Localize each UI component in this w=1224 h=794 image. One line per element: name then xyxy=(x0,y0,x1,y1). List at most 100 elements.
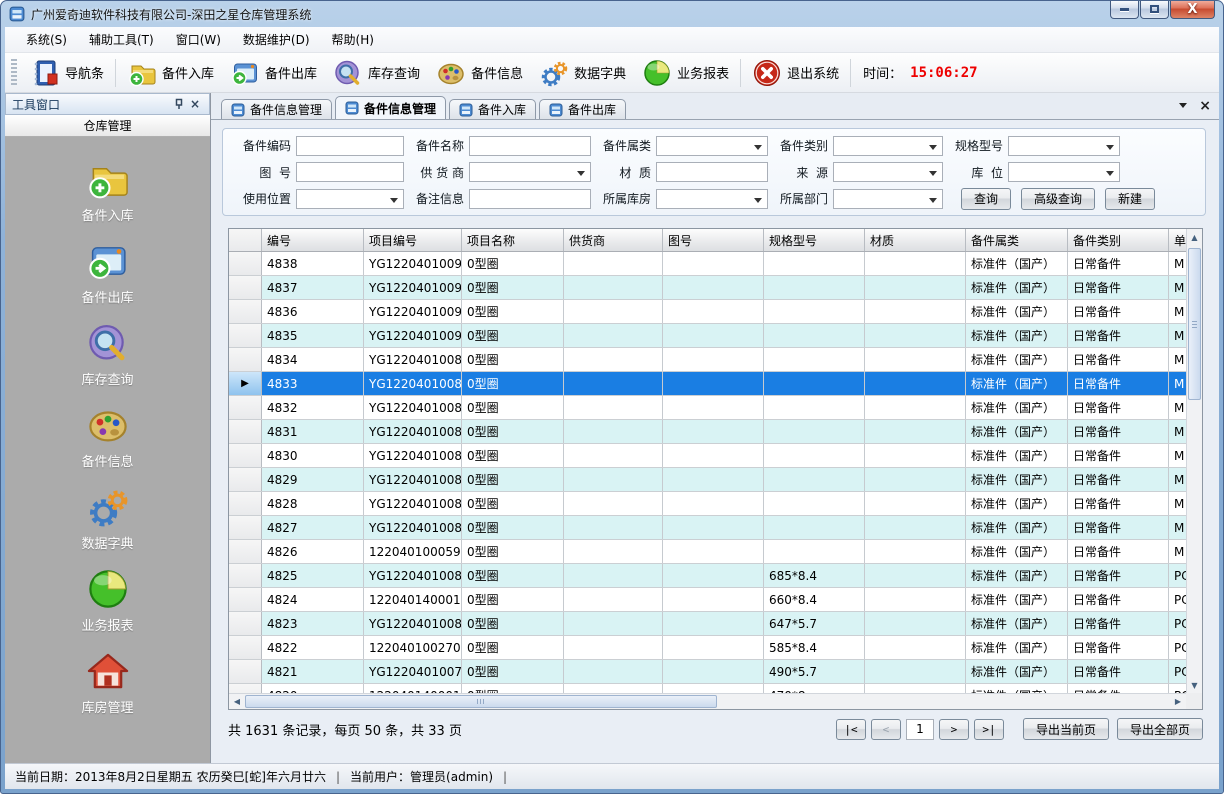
table-row[interactable]: 4823YG122040100800型圈647*5.7标准件（国产）日常备件PC xyxy=(229,612,1186,636)
pin-button[interactable] xyxy=(171,96,187,112)
row-selector[interactable] xyxy=(229,516,262,539)
query-button[interactable]: 查询 xyxy=(961,188,1011,210)
tab-part-info-management-2[interactable]: 备件信息管理 xyxy=(335,96,446,119)
column-header[interactable]: 材质 xyxy=(865,229,966,251)
table-row[interactable]: 4838YG122040100930型圈标准件（国产）日常备件M xyxy=(229,252,1186,276)
table-row[interactable]: 4827YG122040100820型圈标准件（国产）日常备件M xyxy=(229,516,1186,540)
table-row[interactable]: 4832YG122040100870型圈标准件（国产）日常备件M xyxy=(229,396,1186,420)
table-row[interactable]: 482412204014000120型圈660*8.4标准件（国产）日常备件PC xyxy=(229,588,1186,612)
row-selector[interactable] xyxy=(229,492,262,515)
menu-item[interactable]: 窗口(W) xyxy=(165,27,232,52)
department-select[interactable] xyxy=(833,189,943,209)
column-header[interactable]: 供货商 xyxy=(564,229,663,251)
scroll-up-icon[interactable]: ▲ xyxy=(1187,229,1202,245)
column-header[interactable]: 单位 xyxy=(1169,229,1186,251)
part-info-button[interactable]: 备件信息 xyxy=(428,55,531,91)
horizontal-scrollbar[interactable]: ◀ ▶ xyxy=(229,693,1186,709)
storage-bin-select[interactable] xyxy=(1008,162,1120,182)
title-bar[interactable]: 广州爱奇迪软件科技有限公司-深田之星仓库管理系统 X xyxy=(1,1,1223,27)
prev-page-button[interactable]: < xyxy=(871,719,901,740)
column-header[interactable]: 规格型号 xyxy=(764,229,865,251)
row-selector[interactable] xyxy=(229,540,262,563)
menu-item[interactable]: 数据维护(D) xyxy=(232,27,321,52)
stock-query-button[interactable]: 库存查询 xyxy=(325,55,428,91)
row-selector[interactable] xyxy=(229,252,262,275)
tab-part-outbound[interactable]: 备件出库 xyxy=(539,99,626,119)
table-row[interactable]: 482012204014000130型圈470*8标准件（国产）日常备件PC xyxy=(229,684,1186,693)
drawing-no-input[interactable] xyxy=(296,162,404,182)
menu-item[interactable]: 辅助工具(T) xyxy=(78,27,165,52)
source-select[interactable] xyxy=(833,162,943,182)
sidebar-item-business-report[interactable]: 业务报表 xyxy=(5,567,210,634)
toolbar-grip[interactable] xyxy=(11,59,17,87)
column-header[interactable]: 备件类别 xyxy=(1068,229,1169,251)
row-selector[interactable] xyxy=(229,444,262,467)
table-row[interactable]: 4828YG122040100830型圈标准件（国产）日常备件M xyxy=(229,492,1186,516)
row-selector[interactable] xyxy=(229,420,262,443)
remark-input[interactable] xyxy=(469,189,591,209)
chevron-down-icon[interactable] xyxy=(1179,103,1187,112)
table-row[interactable]: 482612204010005990型圈标准件（国产）日常备件M xyxy=(229,540,1186,564)
next-page-button[interactable]: > xyxy=(939,719,969,740)
table-row[interactable]: 4835YG122040100900型圈标准件（国产）日常备件M xyxy=(229,324,1186,348)
table-row[interactable]: 482212204010027000型圈585*8.4标准件（国产）日常备件PC xyxy=(229,636,1186,660)
row-selector[interactable] xyxy=(229,636,262,659)
warehouse-select[interactable] xyxy=(656,189,768,209)
row-selector[interactable] xyxy=(229,612,262,635)
new-button[interactable]: 新建 xyxy=(1105,188,1155,210)
row-selector[interactable] xyxy=(229,660,262,683)
part-code-input[interactable] xyxy=(296,136,404,156)
table-row[interactable]: 4830YG122040100850型圈标准件（国产）日常备件M xyxy=(229,444,1186,468)
column-header[interactable]: 项目编号 xyxy=(364,229,462,251)
sidebar-item-part-inbound[interactable]: 备件入库 xyxy=(5,157,210,224)
menu-item[interactable]: 系统(S) xyxy=(15,27,78,52)
first-page-button[interactable]: |< xyxy=(836,719,866,740)
vertical-scrollbar[interactable]: ▲ ▼ xyxy=(1186,229,1202,693)
row-selector[interactable] xyxy=(229,348,262,371)
part-outbound-button[interactable]: 备件出库 xyxy=(222,55,325,91)
scroll-right-icon[interactable]: ▶ xyxy=(1170,694,1186,709)
table-row[interactable]: 4837YG122040100920型圈标准件（国产）日常备件M xyxy=(229,276,1186,300)
sidebar-section-warehouse[interactable]: 仓库管理 xyxy=(5,115,210,137)
export-all-pages-button[interactable]: 导出全部页 xyxy=(1117,718,1203,740)
column-header[interactable]: 项目名称 xyxy=(462,229,564,251)
vertical-scrollbar-thumb[interactable] xyxy=(1188,248,1201,400)
tab-part-inbound[interactable]: 备件入库 xyxy=(449,99,536,119)
table-row[interactable]: 4834YG122040100890型圈标准件（国产）日常备件M xyxy=(229,348,1186,372)
row-selector[interactable] xyxy=(229,564,262,587)
table-row[interactable]: 4825YG122040100810型圈685*8.4标准件（国产）日常备件PC xyxy=(229,564,1186,588)
sidebar-item-data-dictionary[interactable]: 数据字典 xyxy=(5,485,210,552)
table-row[interactable]: ▶4833YG122040100880型圈标准件（国产）日常备件M xyxy=(229,372,1186,396)
usage-location-select[interactable] xyxy=(296,189,404,209)
row-selector[interactable] xyxy=(229,324,262,347)
business-report-button[interactable]: 业务报表 xyxy=(634,55,737,91)
table-row[interactable]: 4829YG122040100840型圈标准件（国产）日常备件M xyxy=(229,468,1186,492)
row-selector[interactable] xyxy=(229,396,262,419)
column-header[interactable]: 编号 xyxy=(262,229,364,251)
row-selector[interactable] xyxy=(229,300,262,323)
row-selector[interactable] xyxy=(229,684,262,693)
tab-close-icon[interactable]: × xyxy=(1199,100,1211,112)
tab-part-info-management-1[interactable]: 备件信息管理 xyxy=(221,99,332,119)
page-number-input[interactable]: 1 xyxy=(906,719,934,740)
material-input[interactable] xyxy=(656,162,768,182)
sidebar-item-stock-query[interactable]: 库存查询 xyxy=(5,321,210,388)
part-inbound-button[interactable]: 备件入库 xyxy=(119,55,222,91)
maximize-button[interactable] xyxy=(1140,0,1169,19)
part-name-input[interactable] xyxy=(469,136,591,156)
table-row[interactable]: 4821YG122040100790型圈490*5.7标准件（国产）日常备件PC xyxy=(229,660,1186,684)
data-dictionary-button[interactable]: 数据字典 xyxy=(531,55,634,91)
part-type-select[interactable] xyxy=(833,136,943,156)
table-row[interactable]: 4831YG122040100860型圈标准件（国产）日常备件M xyxy=(229,420,1186,444)
table-row[interactable]: 4836YG122040100910型圈标准件（国产）日常备件M xyxy=(229,300,1186,324)
column-header[interactable]: 图号 xyxy=(663,229,764,251)
horizontal-scrollbar-thumb[interactable] xyxy=(245,695,717,708)
column-header[interactable]: 备件属类 xyxy=(966,229,1068,251)
exit-system-button[interactable]: 退出系统 xyxy=(744,55,847,91)
row-selector[interactable] xyxy=(229,468,262,491)
scroll-down-icon[interactable]: ▼ xyxy=(1187,677,1202,693)
row-selector[interactable] xyxy=(229,276,262,299)
close-button[interactable]: X xyxy=(1170,0,1215,19)
sidebar-item-part-outbound[interactable]: 备件出库 xyxy=(5,239,210,306)
minimize-button[interactable] xyxy=(1110,0,1139,19)
